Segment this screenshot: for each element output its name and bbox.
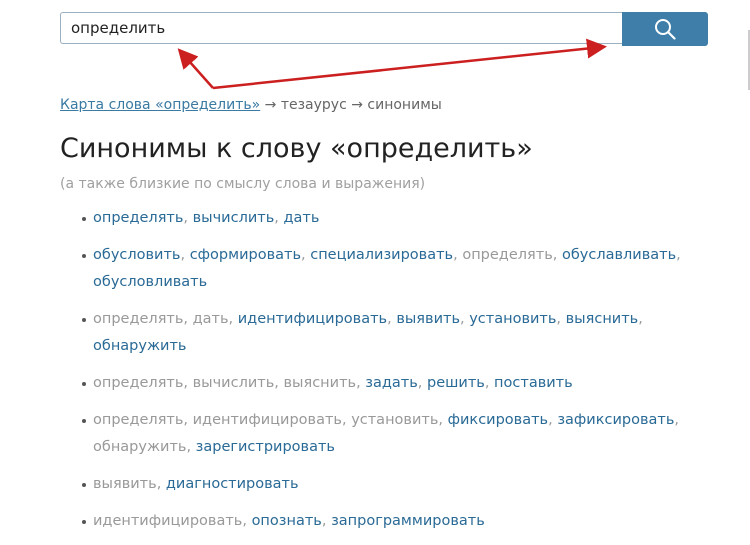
separator: , xyxy=(356,375,366,391)
synonym-text: определять xyxy=(93,375,184,391)
synonym-link[interactable]: дать xyxy=(283,210,319,226)
synonym-text: идентифицировать xyxy=(192,412,342,428)
separator: , xyxy=(484,375,495,391)
synonym-link[interactable]: обуславливать xyxy=(562,247,676,263)
breadcrumb-arrow: → xyxy=(351,97,363,113)
separator: , xyxy=(548,412,558,428)
synonym-link[interactable]: запрограммировать xyxy=(331,513,485,529)
breadcrumb-thesaurus: тезаурус xyxy=(280,97,347,113)
synonym-text: идентифицировать xyxy=(93,513,243,529)
synonym-text: определять xyxy=(462,247,553,263)
separator: , xyxy=(321,513,332,529)
separator: , xyxy=(242,513,252,529)
separator: , xyxy=(341,412,352,428)
separator: , xyxy=(417,375,428,391)
page-subtitle: (а также близкие по смыслу слова и выраж… xyxy=(60,176,426,192)
separator: , xyxy=(674,412,679,428)
synonym-link[interactable]: выявить xyxy=(396,311,460,327)
synonym-link[interactable]: опознать xyxy=(252,513,322,529)
search-bar xyxy=(60,12,708,46)
synonym-link[interactable]: сформировать xyxy=(190,247,301,263)
synonym-text: обнаружить xyxy=(93,439,187,455)
separator: , xyxy=(156,476,166,492)
synonym-group: идентифицировать, опознать, запрограммир… xyxy=(60,508,740,535)
synonym-group: определять, вычислить, выяснить, задать,… xyxy=(60,370,740,397)
synonym-group: определять, идентифицировать, установить… xyxy=(60,407,740,461)
separator: , xyxy=(183,311,193,327)
separator: , xyxy=(183,210,193,226)
search-input[interactable] xyxy=(60,12,622,44)
separator: , xyxy=(180,247,190,263)
synonym-text: вычислить xyxy=(192,375,275,391)
separator: , xyxy=(676,247,681,263)
separator: , xyxy=(438,412,448,428)
separator: , xyxy=(228,311,238,327)
search-icon xyxy=(655,19,676,40)
breadcrumb: Карта слова «определить» → тезаурус → си… xyxy=(60,97,442,113)
synonym-list: определять, вычислить, дать обусловить, с… xyxy=(60,205,740,545)
separator: , xyxy=(552,247,562,263)
synonym-link[interactable]: поставить xyxy=(494,375,573,391)
synonym-text: определять xyxy=(93,412,184,428)
breadcrumb-arrow: → xyxy=(264,97,277,113)
synonym-link[interactable]: фиксировать xyxy=(448,412,548,428)
synonym-group: выявить, диагностировать xyxy=(60,471,740,498)
synonym-link[interactable]: определять xyxy=(93,210,183,226)
separator: , xyxy=(453,247,463,263)
synonym-text: дать xyxy=(192,311,229,327)
synonym-link[interactable]: выяснить xyxy=(566,311,639,327)
synonym-link[interactable]: зафиксировать xyxy=(557,412,674,428)
synonym-text: определять xyxy=(93,311,184,327)
synonym-link[interactable]: вычислить xyxy=(193,210,275,226)
separator: , xyxy=(183,375,193,391)
synonym-group: определять, дать, идентифицировать, выяв… xyxy=(60,306,740,360)
synonym-link[interactable]: обусловливать xyxy=(93,274,207,290)
synonym-link[interactable]: зарегистрировать xyxy=(196,439,335,455)
synonym-text: установить xyxy=(351,412,439,428)
separator: , xyxy=(460,311,470,327)
synonym-link[interactable]: специализировать xyxy=(310,247,453,263)
synonym-link[interactable]: обнаружить xyxy=(93,338,186,354)
page-title: Синонимы к слову «определить» xyxy=(60,133,533,164)
synonym-group: определять, вычислить, дать xyxy=(60,205,740,232)
separator: , xyxy=(638,311,643,327)
synonym-link[interactable]: решить xyxy=(427,375,485,391)
separator: , xyxy=(556,311,566,327)
separator: , xyxy=(186,439,196,455)
separator: , xyxy=(183,412,193,428)
synonym-group: обусловить, сформировать, специализирова… xyxy=(60,242,740,296)
synonym-link[interactable]: задать xyxy=(365,375,418,391)
synonym-text: выяснить xyxy=(283,375,357,391)
synonym-link[interactable]: обусловить xyxy=(93,247,180,263)
synonym-link[interactable]: установить xyxy=(469,311,556,327)
separator: , xyxy=(387,311,397,327)
search-button[interactable] xyxy=(622,12,708,46)
synonym-text: выявить xyxy=(93,476,157,492)
separator: , xyxy=(301,247,311,263)
breadcrumb-synonyms: синонимы xyxy=(367,97,442,113)
breadcrumb-word-map-link[interactable]: Карта слова «определить» xyxy=(60,97,260,113)
synonym-link[interactable]: идентифицировать xyxy=(238,311,387,327)
synonym-link[interactable]: диагностировать xyxy=(166,476,299,492)
